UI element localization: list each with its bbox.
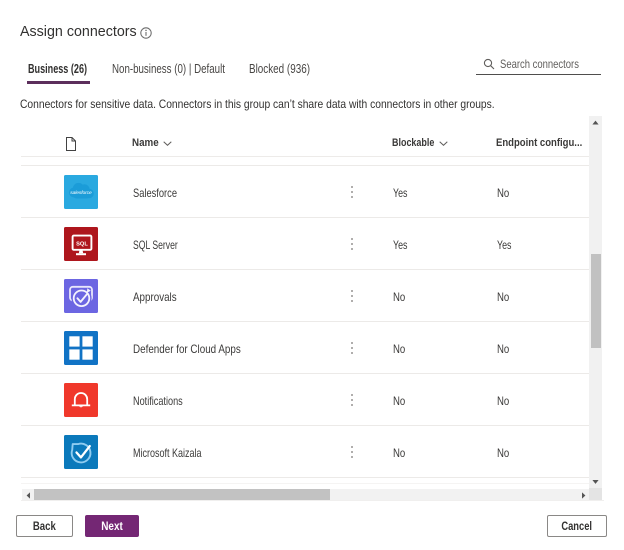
svg-text:salesforce: salesforce — [70, 190, 92, 196]
svg-text:SQL: SQL — [76, 241, 88, 247]
